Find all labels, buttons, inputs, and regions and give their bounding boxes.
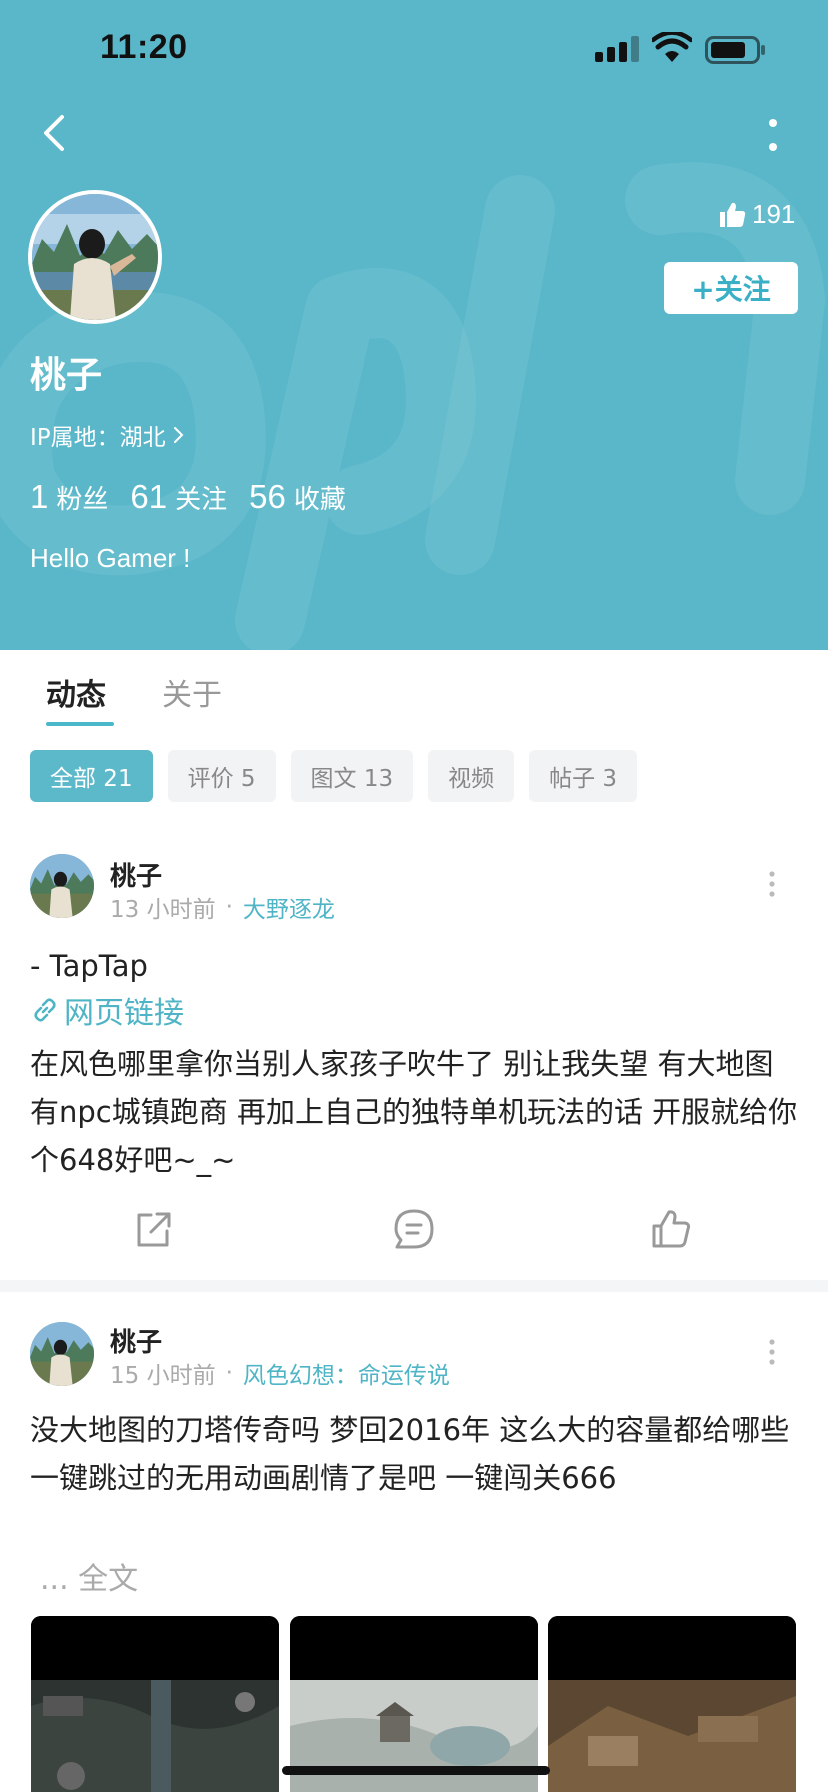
favorites-label: 收藏: [293, 485, 346, 515]
tab-activity[interactable]: 动态: [46, 670, 106, 714]
vertical-dots-icon: [769, 1339, 775, 1365]
post-card: 桃子 15 小时前 · 风色幻想：命运传说 没大地图的刀塔传奇吗 梦回2016年…: [0, 1318, 828, 1792]
meta-separator: ·: [225, 894, 233, 920]
post-author[interactable]: 桃子: [110, 1322, 162, 1359]
profile-stats: 1 粉丝 61 关注 56 收藏: [30, 478, 368, 516]
profile-tabs: 动态 关于: [0, 650, 828, 730]
active-tab-indicator: [46, 722, 114, 726]
ip-location-prefix: IP属地：: [30, 425, 120, 451]
post-body: 在风色哪里拿你当别人家孩子吹牛了 别让我失望 有大地图 有npc城镇跑商 再加上…: [30, 1047, 798, 1177]
filter-videos[interactable]: 视频: [428, 750, 515, 802]
favorites-count: 56: [249, 478, 286, 515]
followers-stat[interactable]: 1 粉丝: [30, 478, 108, 516]
followers-count: 1: [30, 478, 49, 515]
game-screenshot-image: [548, 1616, 796, 1792]
post-more-button[interactable]: [760, 1332, 784, 1372]
filter-all[interactable]: 全部 21: [30, 750, 153, 802]
link-icon: [34, 998, 56, 1022]
section-divider: [0, 1280, 828, 1292]
filter-chips: 全部 21 评价 5 图文 13 视频 帖子 3: [30, 750, 652, 802]
more-options-button[interactable]: [758, 112, 788, 158]
comment-icon: [394, 1209, 434, 1249]
battery-icon: [705, 36, 765, 64]
post-body: 没大地图的刀塔传奇吗 梦回2016年 这么大的容量都给哪些一键跳过的无用动画剧情…: [30, 1413, 790, 1495]
post-meta: 13 小时前 · 大野逐龙: [110, 890, 335, 924]
following-stat[interactable]: 61 关注: [130, 478, 227, 516]
following-label: 关注: [175, 485, 228, 515]
post-meta: 15 小时前 · 风色幻想：命运传说: [110, 1356, 450, 1390]
profile-header: 11:20 191 +关注 桃子 IP属地： 湖北 1 粉丝 61 关注 56 …: [0, 0, 828, 650]
post-image-thumbnail[interactable]: [548, 1616, 796, 1792]
home-indicator: [282, 1766, 550, 1775]
post-game-link[interactable]: 风色幻想：命运传说: [243, 1356, 450, 1390]
post-card: 桃子 13 小时前 · 大野逐龙 - TapTap 网页链接 在风色哪里拿你当别…: [0, 850, 828, 1280]
ip-location-link[interactable]: 湖北: [120, 418, 186, 452]
vertical-dots-icon: [769, 871, 775, 897]
post-time: 13 小时前: [110, 897, 216, 923]
profile-username: 桃子: [30, 355, 103, 396]
share-icon: [137, 1212, 171, 1247]
read-more-link[interactable]: ... 全文: [40, 1554, 138, 1598]
cellular-signal-icon: [595, 36, 639, 62]
post-image-thumbnail[interactable]: [31, 1616, 279, 1792]
status-time: 11:20: [100, 28, 188, 66]
avatar-photo: [30, 854, 94, 918]
ip-location-row: IP属地： 湖北: [30, 418, 186, 452]
avatar-photo: [32, 194, 158, 320]
favorites-stat[interactable]: 56 收藏: [249, 478, 346, 516]
ip-location-value: 湖北: [119, 425, 166, 451]
likes-count: 191: [718, 196, 795, 232]
web-link[interactable]: 网页链接: [30, 988, 184, 1032]
profile-avatar[interactable]: [28, 190, 162, 324]
share-button[interactable]: [130, 1206, 176, 1252]
following-count: 61: [130, 478, 168, 515]
filter-image-text[interactable]: 图文 13: [290, 750, 414, 802]
post-game-link[interactable]: 大野逐龙: [243, 890, 335, 924]
wifi-icon: [652, 32, 692, 62]
vertical-dots-icon: [769, 119, 777, 151]
thumbs-up-icon: [720, 202, 746, 227]
comment-button[interactable]: [391, 1206, 437, 1252]
follow-button[interactable]: +关注: [664, 262, 798, 314]
back-button[interactable]: [34, 110, 74, 156]
followers-label: 粉丝: [56, 485, 109, 515]
tab-about[interactable]: 关于: [162, 670, 222, 714]
like-button[interactable]: [648, 1206, 694, 1252]
status-bar: 11:20: [0, 0, 828, 100]
post-more-button[interactable]: [760, 864, 784, 904]
filter-posts[interactable]: 帖子 3: [529, 750, 638, 802]
post-title-text: - TapTap: [30, 949, 148, 983]
post-avatar[interactable]: [30, 1322, 94, 1386]
profile-bio: Hello Gamer !: [30, 543, 191, 573]
meta-separator: ·: [225, 1360, 233, 1386]
chevron-left-icon: [44, 115, 64, 151]
web-link-label: 网页链接: [64, 996, 184, 1031]
filter-reviews[interactable]: 评价 5: [167, 750, 276, 802]
likes-count-value: 191: [752, 198, 796, 229]
post-avatar[interactable]: [30, 854, 94, 918]
thumbs-up-icon: [652, 1210, 691, 1248]
avatar-photo: [30, 1322, 94, 1386]
post-time: 15 小时前: [110, 1363, 216, 1389]
game-screenshot-image: [31, 1616, 279, 1792]
chevron-right-icon: [173, 427, 184, 443]
post-author[interactable]: 桃子: [110, 856, 162, 893]
